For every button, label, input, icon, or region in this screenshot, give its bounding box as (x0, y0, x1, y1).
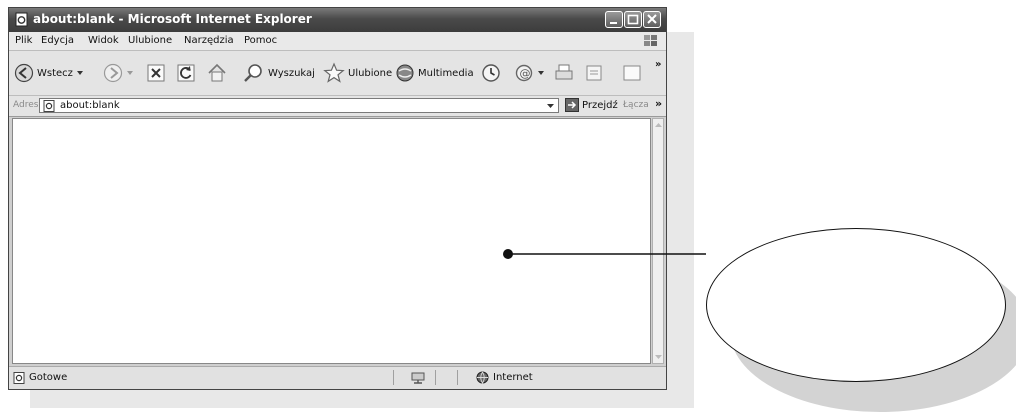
callout-anchor-dot (503, 249, 513, 259)
callout-bubble (706, 228, 1006, 382)
